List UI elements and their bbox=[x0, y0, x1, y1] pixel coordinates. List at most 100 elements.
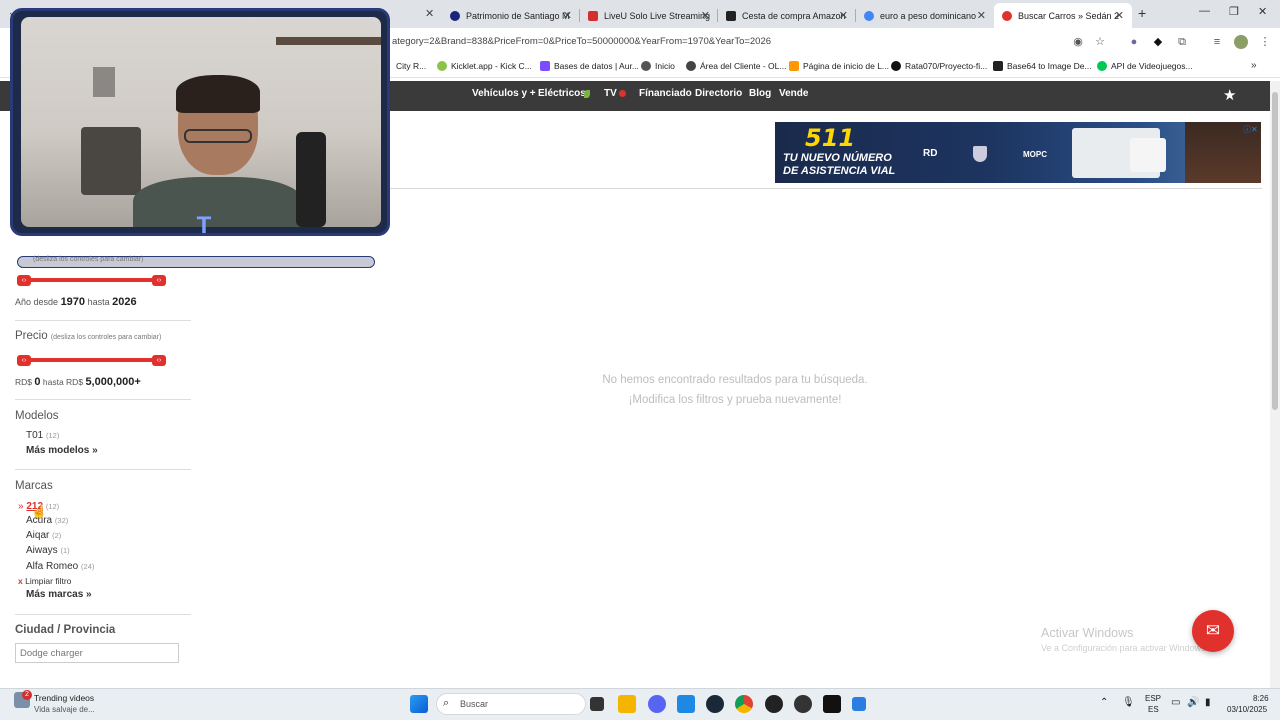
url-field[interactable]: ategory=2&Brand=838&PriceFrom=0&PriceTo=… bbox=[392, 36, 771, 47]
kebab-menu-icon[interactable]: ⋮ bbox=[1258, 35, 1272, 49]
nav-blog[interactable]: Blog bbox=[749, 88, 771, 99]
brand-item[interactable]: Aiqar (2) bbox=[26, 530, 61, 541]
volume-icon[interactable]: 🔊 bbox=[1187, 697, 1199, 708]
bookmarks-overflow-icon[interactable]: » bbox=[1251, 60, 1257, 71]
task-view-icon[interactable] bbox=[590, 697, 604, 711]
minimize-icon[interactable]: — bbox=[1199, 5, 1210, 17]
selected-marker: » bbox=[18, 501, 24, 512]
scrollbar-thumb[interactable] bbox=[1272, 92, 1278, 410]
new-tab-icon[interactable]: + bbox=[1138, 5, 1146, 21]
widget-title[interactable]: Trending videos bbox=[34, 693, 94, 703]
price-slider-track[interactable] bbox=[17, 358, 166, 362]
webcam-video bbox=[21, 17, 381, 227]
bookmark-item[interactable]: City R... bbox=[396, 61, 426, 71]
taskbar-search[interactable] bbox=[436, 693, 586, 715]
nav-vende[interactable]: Vende bbox=[779, 88, 808, 99]
close-icon[interactable]: ✕ bbox=[977, 9, 986, 22]
favorites-star-icon[interactable]: ★ bbox=[1223, 86, 1236, 104]
tab-label: Cesta de compra Amazon bbox=[742, 10, 846, 21]
brand-item[interactable]: Aiways (1) bbox=[26, 545, 70, 556]
nav-directorio[interactable]: Directorio bbox=[695, 88, 742, 99]
more-brands-link[interactable]: Más marcas » bbox=[26, 589, 92, 600]
windows-start-icon[interactable] bbox=[410, 695, 428, 713]
bookmark-label: City R... bbox=[396, 61, 427, 71]
tab-buscar-carros[interactable]: Buscar Carros » Sedán 2 ✕ bbox=[994, 3, 1132, 28]
discord-icon[interactable] bbox=[648, 695, 666, 713]
close-icon[interactable]: ✕ bbox=[563, 9, 572, 22]
close-icon[interactable]: ✕ bbox=[839, 9, 848, 22]
extension-icon[interactable]: ● bbox=[1127, 35, 1141, 49]
window-close-icon[interactable]: ✕ bbox=[1258, 5, 1267, 18]
bookmark-item[interactable]: Kicklet.app - Kick C... bbox=[437, 61, 532, 71]
tab-amazon[interactable]: Cesta de compra Amazon ✕ bbox=[718, 3, 856, 28]
leaf-icon bbox=[584, 90, 590, 98]
year-slider-min-handle[interactable]: ‹› bbox=[17, 275, 31, 286]
vscode-icon[interactable] bbox=[677, 695, 695, 713]
ad-info-icon[interactable]: ⓘ✕ bbox=[1243, 124, 1258, 135]
bookmark-item[interactable]: Base64 to Image De... bbox=[993, 61, 1092, 71]
streamer-hair bbox=[176, 75, 260, 113]
empty-results-line-1: No hemos encontrado resultados para tu b… bbox=[602, 374, 868, 386]
header-divider bbox=[388, 188, 1262, 189]
tab-liveu[interactable]: LiveU Solo Live Streaming ✕ bbox=[580, 3, 718, 28]
bookmark-item[interactable]: Bases de datos | Aur... bbox=[540, 61, 639, 71]
widget-subtitle: Vida salvaje de... bbox=[34, 705, 95, 714]
maximize-icon[interactable]: ❐ bbox=[1229, 5, 1239, 18]
api-icon bbox=[1097, 61, 1107, 71]
year-to: 2026 bbox=[112, 296, 137, 308]
capcut-icon[interactable] bbox=[823, 695, 841, 713]
bookmark-label: Kicklet.app - Kick C... bbox=[451, 61, 532, 71]
steam-icon[interactable] bbox=[706, 695, 724, 713]
eye-off-icon[interactable]: ◉ bbox=[1071, 35, 1085, 49]
bookmark-item[interactable]: Área del Cliente - OL... bbox=[686, 61, 786, 71]
nav-vehiculos[interactable]: Vehículos y + bbox=[472, 88, 536, 99]
close-icon[interactable]: ✕ bbox=[1115, 9, 1124, 22]
language-indicator[interactable]: ESP bbox=[1145, 694, 1161, 703]
brand-item[interactable]: Acura (32) bbox=[26, 515, 68, 526]
chrome-icon[interactable] bbox=[735, 695, 753, 713]
bookmark-item[interactable]: API de Videojuegos... bbox=[1097, 61, 1193, 71]
year-slider-max-handle[interactable]: ‹› bbox=[152, 275, 166, 286]
clock-date[interactable]: 03/10/2025 bbox=[1227, 705, 1267, 714]
year-slider-track[interactable] bbox=[17, 278, 166, 282]
bookmark-item[interactable]: Inicio bbox=[641, 61, 675, 71]
clear-filter-link[interactable]: x Limpiar filtro bbox=[18, 576, 71, 586]
tab-euro[interactable]: euro a peso dominicano ✕ bbox=[856, 3, 994, 28]
search-placeholder: Buscar bbox=[460, 699, 489, 709]
nav-tv[interactable]: TV bbox=[604, 88, 617, 99]
snipping-icon[interactable] bbox=[852, 697, 866, 711]
media-icon[interactable]: ≡ bbox=[1210, 35, 1224, 49]
nav-financiado[interactable]: Fínanciado bbox=[639, 88, 692, 99]
microphone-icon[interactable]: 🎙 bbox=[1122, 697, 1135, 708]
price-slider-min-handle[interactable]: ‹› bbox=[17, 355, 31, 366]
puzzle-icon[interactable]: ⧉ bbox=[1175, 35, 1189, 49]
tab-patrimonio[interactable]: Patrimonio de Santiago M ✕ bbox=[442, 3, 580, 28]
chevron-up-icon[interactable]: ⌃ bbox=[1100, 697, 1108, 708]
section-divider bbox=[15, 614, 191, 615]
close-icon[interactable]: ✕ bbox=[425, 7, 434, 20]
avatar[interactable] bbox=[1234, 35, 1248, 49]
file-explorer-icon[interactable] bbox=[618, 695, 636, 713]
nav-electricos[interactable]: Eléctricos bbox=[538, 88, 586, 99]
obs-icon[interactable] bbox=[765, 695, 783, 713]
tab-favicon-icon bbox=[588, 10, 598, 21]
bookmark-label: API de Videojuegos... bbox=[1111, 61, 1193, 71]
display-icon[interactable]: ▭ bbox=[1171, 697, 1180, 708]
brand-item[interactable]: Alfa Romeo (24) bbox=[26, 561, 94, 572]
contact-mail-button[interactable]: ✉ bbox=[1192, 610, 1234, 652]
more-models-link[interactable]: Más modelos » bbox=[26, 445, 98, 456]
section-divider bbox=[15, 469, 191, 470]
ad-banner[interactable]: 511 TU NUEVO NÚMERO DE ASISTENCIA VIAL R… bbox=[775, 122, 1261, 183]
price-range-text: RD$ 0 hasta RD$ 5,000,000+ bbox=[15, 376, 141, 388]
price-slider-max-handle[interactable]: ‹› bbox=[152, 355, 166, 366]
app-icon[interactable] bbox=[794, 695, 812, 713]
bookmark-item[interactable]: Página de inicio de L... bbox=[789, 61, 889, 71]
model-item[interactable]: T01 (12) bbox=[26, 430, 59, 441]
bookmark-item[interactable]: Rata070/Proyecto-fi... bbox=[891, 61, 987, 71]
close-icon[interactable]: ✕ bbox=[701, 9, 710, 22]
star-icon[interactable]: ☆ bbox=[1093, 35, 1107, 49]
battery-icon[interactable]: ▮ bbox=[1205, 697, 1211, 708]
clock-time[interactable]: 8:26 bbox=[1253, 694, 1269, 703]
extension-icon[interactable]: ◆ bbox=[1151, 35, 1165, 49]
city-input[interactable] bbox=[15, 643, 179, 663]
